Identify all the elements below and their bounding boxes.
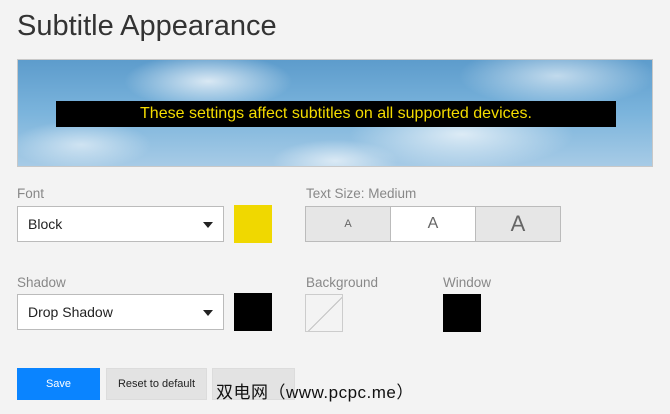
shadow-select[interactable]: Drop Shadow: [17, 294, 224, 330]
chevron-down-icon: [203, 310, 213, 316]
none-slash-icon: [307, 295, 342, 331]
font-color-swatch[interactable]: [234, 205, 272, 243]
text-size-small-button[interactable]: A: [306, 207, 391, 241]
background-label: Background: [306, 275, 379, 290]
page-title: Subtitle Appearance: [17, 10, 277, 42]
text-size-label: Text Size: Medium: [306, 186, 417, 201]
save-button[interactable]: Save: [17, 368, 100, 400]
font-select[interactable]: Block: [17, 206, 224, 242]
shadow-label: Shadow: [17, 275, 66, 290]
text-size-medium-button[interactable]: A: [391, 207, 476, 241]
shadow-select-value: Drop Shadow: [28, 304, 113, 320]
text-size-large-button[interactable]: A: [476, 207, 560, 241]
subtitle-preview-text: These settings affect subtitles on all s…: [56, 101, 616, 127]
font-select-value: Block: [28, 216, 63, 232]
watermark: 双电网（www.pcpc.me）: [216, 383, 414, 402]
text-size-selector: A A A: [305, 206, 561, 242]
font-label: Font: [17, 186, 45, 201]
window-label: Window: [443, 275, 492, 290]
window-color-swatch[interactable]: [443, 294, 481, 332]
chevron-down-icon: [203, 222, 213, 228]
subtitle-preview: These settings affect subtitles on all s…: [17, 59, 653, 167]
reset-to-default-button[interactable]: Reset to default: [106, 368, 207, 400]
background-color-swatch[interactable]: [305, 294, 343, 332]
shadow-color-swatch[interactable]: [234, 293, 272, 331]
